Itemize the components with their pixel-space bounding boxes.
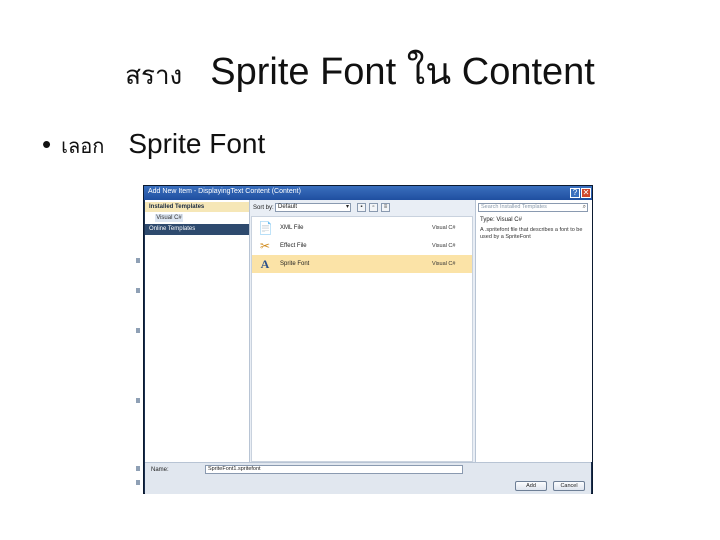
category-visual-csharp[interactable]: Visual C# <box>155 214 183 222</box>
template-name: Sprite Font <box>280 261 310 267</box>
dialog-titlebar[interactable]: Add New Item - DisplayingText Content (C… <box>144 186 592 200</box>
template-language: Visual C# <box>432 261 456 267</box>
dialog-title: Add New Item - DisplayingText Content (C… <box>148 188 301 195</box>
search-icon: ⌕ <box>582 204 586 210</box>
effect-file-icon: ✂ <box>259 239 271 253</box>
template-row-effect-file[interactable]: ✂ Effect File Visual C# <box>252 237 472 255</box>
template-categories-pane: Installed Templates Visual C# Online Tem… <box>145 200 250 462</box>
add-new-item-dialog: Add New Item - DisplayingText Content (C… <box>143 185 593 494</box>
slide-title-thai: สราง <box>125 60 183 90</box>
add-button[interactable]: Add <box>515 481 547 491</box>
online-templates-item[interactable]: Online Templates <box>145 224 249 235</box>
template-description: A .spritefont file that describes a font… <box>480 227 583 240</box>
search-input[interactable]: Search Installed Templates ⌕ <box>478 203 588 212</box>
sort-by-value: Default <box>278 204 298 210</box>
dialog-body: Installed Templates Visual C# Online Tem… <box>145 200 592 494</box>
bullet-main: Sprite Font <box>128 128 266 159</box>
small-icons-view-button[interactable]: ▫ <box>369 203 378 212</box>
slide-title-main: Sprite Font ใน Content <box>210 51 595 93</box>
medium-icons-view-button[interactable]: ▪ <box>357 203 366 212</box>
close-button[interactable]: ✕ <box>581 188 591 198</box>
name-label: Name: <box>151 467 169 473</box>
template-toolbar: Sort by: Default ▾ ▪ ▫ ≡ <box>251 202 473 214</box>
bullet-thai: เลอก <box>61 136 105 158</box>
template-name: Effect File <box>280 243 307 249</box>
template-language: Visual C# <box>432 243 456 249</box>
dialog-footer: Name: SpriteFont1.spritefont Add Cancel <box>145 462 591 494</box>
template-row-sprite-font[interactable]: A Sprite Font Visual C# <box>252 255 472 273</box>
bullet-dot-icon: • <box>42 129 52 159</box>
xml-file-icon: 📄 <box>258 221 273 235</box>
name-field[interactable]: SpriteFont1.spritefont <box>205 465 463 474</box>
template-row-xml-file[interactable]: 📄 XML File Visual C# <box>252 219 472 237</box>
template-name: XML File <box>280 225 304 231</box>
template-type: Type: Visual C# <box>480 217 522 223</box>
details-view-button[interactable]: ≡ <box>381 203 390 212</box>
sprite-font-icon: A <box>260 257 270 271</box>
chevron-down-icon: ▾ <box>345 204 349 210</box>
template-details-pane: Search Installed Templates ⌕ Type: Visua… <box>475 200 592 462</box>
help-button[interactable]: ? <box>570 188 580 198</box>
sort-by-select[interactable]: Default ▾ <box>275 203 351 212</box>
bullet-item: • เลอก Sprite Font <box>42 128 265 162</box>
search-placeholder: Search Installed Templates <box>481 204 547 210</box>
cancel-button[interactable]: Cancel <box>553 481 585 491</box>
slide-title: สราง Sprite Font ใน Content <box>0 40 720 101</box>
template-list: 📄 XML File Visual C# ✂ Effect File Visua… <box>251 216 473 462</box>
sort-by-label: Sort by: <box>253 205 274 211</box>
template-language: Visual C# <box>432 225 456 231</box>
installed-templates-header[interactable]: Installed Templates <box>145 202 249 212</box>
